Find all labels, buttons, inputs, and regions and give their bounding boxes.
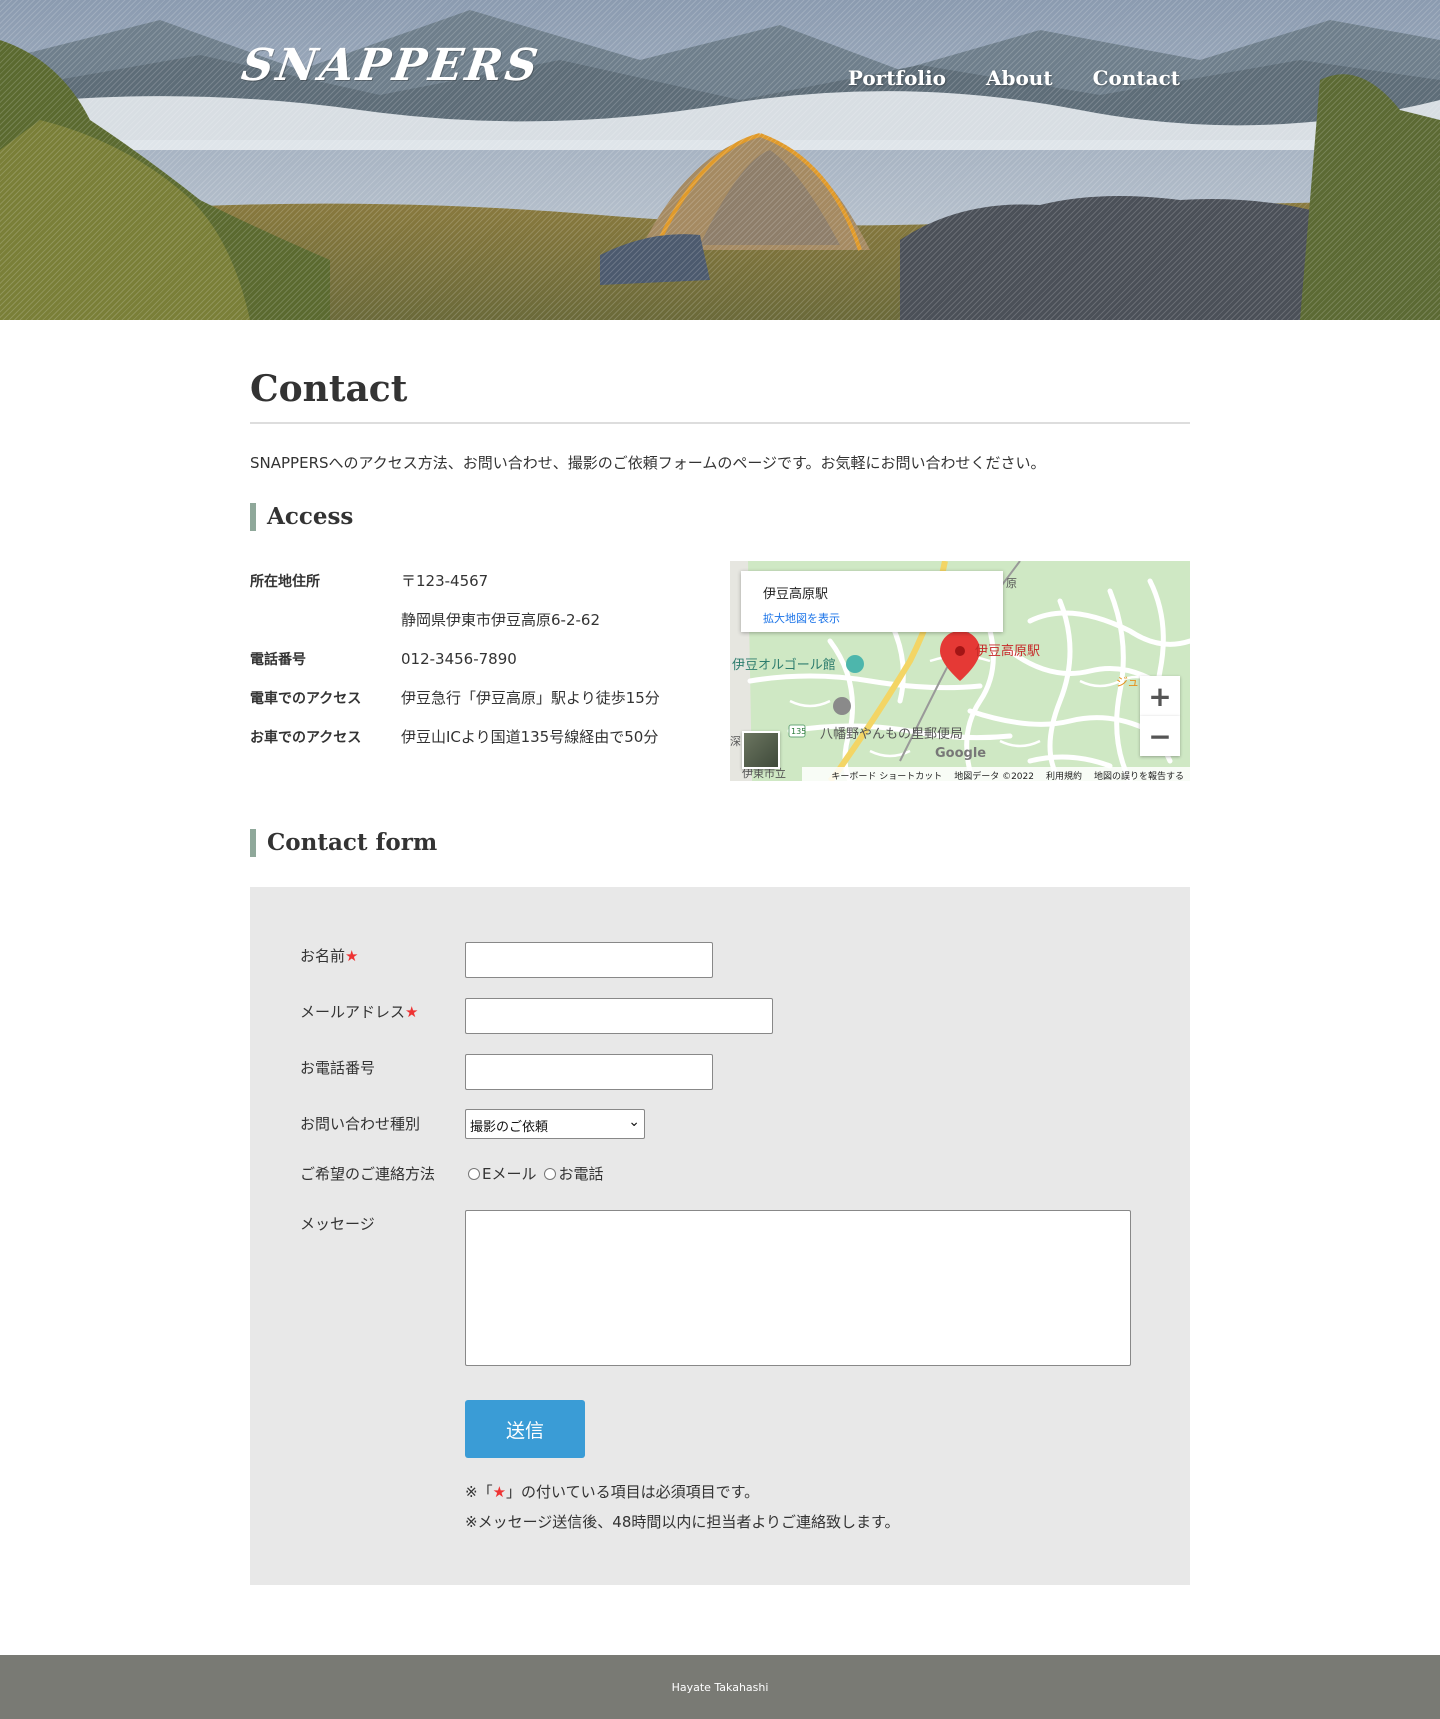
name-input[interactable] xyxy=(465,942,713,978)
radio-label: お電話 xyxy=(558,1165,604,1183)
info-value: 静岡県伊東市伊豆高原6-2-62 xyxy=(401,611,601,629)
zoom-out-button[interactable]: − xyxy=(1140,716,1180,756)
access-heading: Access xyxy=(250,503,1190,531)
reply-note: ※メッセージ送信後、48時間以内に担当者よりご連絡致します。 xyxy=(465,1513,900,1531)
required-note-pre: ※「 xyxy=(465,1483,493,1501)
info-value: 012-3456-7890 xyxy=(401,649,517,668)
satellite-toggle[interactable] xyxy=(742,731,780,769)
page-title: Contact xyxy=(250,368,1190,424)
info-value: 伊豆山ICより国道135号線経由で50分 xyxy=(401,728,659,746)
footer-credit: Hayate Takahashi xyxy=(671,1680,769,1694)
site-footer: Hayate Takahashi xyxy=(0,1655,1440,1719)
table-row: 電車でのアクセス 伊豆急行「伊豆高原」駅より徒歩15分 xyxy=(250,678,710,717)
radio-label: Eメール xyxy=(482,1165,537,1183)
poi-label: 八幡野やんもの里郵便局 xyxy=(820,727,963,742)
map-place-title: 伊豆高原駅 xyxy=(763,587,829,602)
radio-email[interactable]: Eメール xyxy=(468,1163,536,1184)
poi-label: 原 xyxy=(1006,577,1017,590)
info-key xyxy=(250,600,401,639)
phone-label: お電話番号 xyxy=(300,1059,376,1077)
post-office-poi-icon[interactable] xyxy=(833,697,851,715)
access-info-table: 所在地住所 〒123-4567 静岡県伊東市伊豆高原6-2-62 電話番号 01… xyxy=(250,561,710,756)
inquiry-type-value: 撮影のご依頼 xyxy=(470,1120,549,1135)
message-label: メッセージ xyxy=(300,1215,375,1233)
keyboard-shortcuts-link[interactable]: キーボード ショートカット xyxy=(831,769,942,781)
poi-label: 伊豆オルゴール館 xyxy=(732,657,836,673)
map-attribution-bar: キーボード ショートカット 地図データ ©2022 利用規約 地図の誤りを報告す… xyxy=(802,767,1190,781)
contact-form-heading: Contact form xyxy=(250,829,1190,857)
hero-header: SNAPPERS Portfolio About Contact xyxy=(0,0,1440,320)
map-data-text: 地図データ ©2022 xyxy=(954,772,1034,781)
main-nav: Portfolio About Contact xyxy=(848,66,1180,90)
nav-contact[interactable]: Contact xyxy=(1093,66,1180,90)
email-label: メールアドレス★ xyxy=(300,1001,418,1022)
report-error-link[interactable]: 地図の誤りを報告する xyxy=(1094,769,1184,781)
nav-portfolio[interactable]: Portfolio xyxy=(848,66,946,90)
required-note-post: 」の付いている項目は必須項目です。 xyxy=(506,1483,760,1501)
zoom-in-button[interactable]: + xyxy=(1140,676,1180,716)
intro-text: SNAPPERSへのアクセス方法、お問い合わせ、撮影のご依頼フォームのページです… xyxy=(250,454,1046,472)
table-row: 所在地住所 〒123-4567 xyxy=(250,561,710,600)
nav-about[interactable]: About xyxy=(986,66,1053,90)
contact-method-label: ご希望のご連絡方法 xyxy=(300,1165,436,1183)
embedded-map[interactable]: 135 伊豆高原駅 伊豆オルゴール館 八幡野やんもの里郵便局 伊東市立 ジュ 原… xyxy=(730,561,1190,781)
chevron-down-icon: ⌄ xyxy=(628,1114,640,1130)
required-star: ★ xyxy=(405,1003,419,1021)
map-place-card: 伊豆高原駅 拡大地図を表示 xyxy=(741,571,1003,632)
required-star: ★ xyxy=(492,1483,507,1501)
radio-phone[interactable]: お電話 xyxy=(544,1163,604,1184)
email-input[interactable] xyxy=(465,998,773,1034)
message-textarea[interactable] xyxy=(465,1210,1131,1366)
email-label-text: メールアドレス xyxy=(300,1003,406,1021)
main-content: Contact SNAPPERSへのアクセス方法、お問い合わせ、撮影のご依頼フォ… xyxy=(250,320,1190,1585)
radio-button[interactable] xyxy=(468,1167,480,1180)
info-key: 所在地住所 xyxy=(250,573,320,590)
contact-method-radios: Eメール お電話 xyxy=(468,1163,604,1184)
inquiry-type-label: お問い合わせ種別 xyxy=(300,1115,421,1133)
inquiry-type-select[interactable]: 撮影のご依頼 ⌄ xyxy=(465,1109,645,1139)
info-key: 電話番号 xyxy=(250,651,306,668)
info-value: 〒123-4567 xyxy=(401,572,489,590)
info-key: お車でのアクセス xyxy=(250,729,362,746)
info-key: 電車でのアクセス xyxy=(250,690,362,707)
marker-label: 伊豆高原駅 xyxy=(975,643,1040,659)
table-row: お車でのアクセス 伊豆山ICより国道135号線経由で50分 xyxy=(250,717,710,756)
terms-link[interactable]: 利用規約 xyxy=(1046,769,1082,781)
phone-input[interactable] xyxy=(465,1054,713,1090)
poi-label: ジュ xyxy=(1116,675,1139,689)
access-section: 所在地住所 〒123-4567 静岡県伊東市伊豆高原6-2-62 電話番号 01… xyxy=(250,561,1190,781)
submit-button[interactable]: 送信 xyxy=(465,1400,585,1458)
name-label: お名前★ xyxy=(300,945,358,966)
route-shield-label: 135 xyxy=(791,727,806,736)
name-label-text: お名前 xyxy=(300,947,346,965)
poi-label: 深 xyxy=(730,735,741,748)
info-value: 伊豆急行「伊豆高原」駅より徒歩15分 xyxy=(401,689,660,707)
museum-poi-icon[interactable] xyxy=(846,655,864,673)
contact-form: お名前★ メールアドレス★ お電話番号 お問い合わせ種別 撮影のご依頼 ⌄ ご希… xyxy=(250,887,1190,1585)
map-enlarge-link[interactable]: 拡大地図を表示 xyxy=(763,610,1003,626)
hero-stripe-overlay xyxy=(0,0,1440,320)
table-row: 電話番号 012-3456-7890 xyxy=(250,639,710,678)
site-logo[interactable]: SNAPPERS xyxy=(238,40,543,91)
required-note: ※「★」の付いている項目は必須項目です。 xyxy=(465,1481,759,1502)
table-row: 静岡県伊東市伊豆高原6-2-62 xyxy=(250,600,710,639)
radio-button[interactable] xyxy=(544,1167,557,1180)
google-logo: Google xyxy=(935,746,986,761)
required-star: ★ xyxy=(345,947,359,965)
